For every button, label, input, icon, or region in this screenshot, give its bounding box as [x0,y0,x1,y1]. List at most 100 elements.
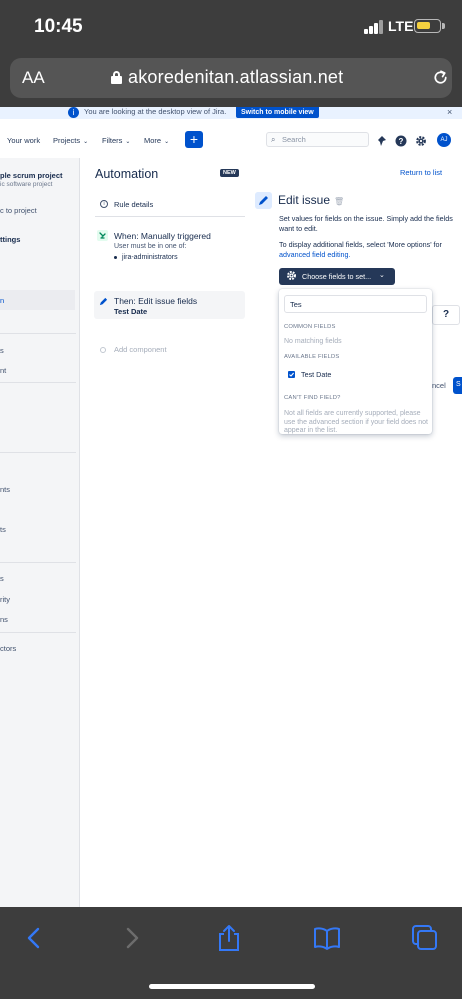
trigger-condition: User must be in one of: [114,243,187,250]
sidebar-item-label: n [0,296,5,305]
top-navigation: Your work Projects ⌄ Filters ⌄ More ⌄ + ⌕ S… [0,127,462,153]
nav-your-work[interactable]: Your work [7,136,40,145]
page-title: Automation [95,167,159,181]
nav-filters[interactable]: Filters ⌄ [102,136,130,145]
action-title: Then: Edit issue fields [114,296,198,306]
create-button[interactable]: + [185,131,203,148]
status-bar: 10:45 LTE [0,0,462,55]
chevron-down-icon: ⌄ [83,139,89,145]
sidebar-item-automation[interactable]: n [0,290,75,310]
project-name[interactable]: ple scrum project [0,171,63,180]
signal-icon [364,20,384,34]
settings-heading: ttings [0,235,21,244]
sidebar-item[interactable]: nt [0,366,6,375]
project-type: ic software project [0,181,53,188]
sidebar-item[interactable]: ts [0,525,6,534]
common-fields-header: COMMON FIELDS [284,324,336,330]
sidebar-item[interactable]: s [0,574,4,583]
tabs-icon[interactable] [409,923,439,953]
trigger-title[interactable]: When: Manually triggered [114,231,211,241]
sidebar-item[interactable]: nts [0,485,10,494]
bullet-icon [114,255,117,259]
battery-icon [414,19,445,33]
web-page: i You are looking at the desktop view of… [0,107,462,907]
new-badge: NEW [220,169,239,177]
info-icon: i [68,107,79,118]
help-button[interactable]: ? [432,305,460,325]
back-icon[interactable] [19,923,49,953]
rule-details-label: Rule details [114,200,154,209]
sidebar-item[interactable]: rity [0,595,10,604]
edit-description: Set values for fields on the issue. Simp… [279,214,453,233]
edit-issue-title: Edit issue [278,193,331,207]
action-card[interactable]: Then: Edit issue fields Test Date [94,291,245,319]
save-button[interactable]: S [453,377,462,394]
sidebar-divider [0,382,76,383]
return-to-list-link[interactable]: Return to list [400,168,442,177]
network-label: LTE [388,18,414,34]
sidebar-divider [0,333,76,334]
notifications-icon[interactable] [375,135,387,147]
cant-find-header: CAN'T FIND FIELD? [284,395,341,401]
advanced-field-editing-link[interactable]: advanced field editing. [279,250,351,259]
advanced-hint-text: To display additional fields, select 'Mo… [279,240,442,249]
banner-text: You are looking at the desktop view of J… [84,107,227,116]
back-to-project-link[interactable]: c to project [0,206,37,215]
search-icon: ⌕ [271,135,276,144]
dropdown-option-label: Test Date [301,370,332,379]
avatar[interactable]: AJ [437,133,451,147]
add-component-button[interactable]: Add component [100,345,167,354]
text-size-button[interactable]: AA [22,68,45,88]
dropdown-option-test-date[interactable]: Test Date [279,366,432,382]
search-input[interactable]: Search [282,135,306,144]
pencil-icon [99,297,108,306]
nav-filters-label: Filters [102,136,123,145]
share-icon[interactable] [214,923,244,953]
desktop-view-banner: i You are looking at the desktop view of… [0,107,462,119]
cant-find-text: Not all fields are currently supported, … [284,410,428,434]
trigger-group: jira-administrators [114,254,178,261]
edit-advanced-hint: To display additional fields, select 'Mo… [279,240,462,260]
help-icon[interactable]: ? [395,135,407,147]
gear-icon [287,271,296,280]
chevron-down-icon: ⌄ [164,139,170,145]
forward-icon[interactable] [117,923,147,953]
fields-dropdown: Tes COMMON FIELDS No matching fields AVA… [279,289,432,434]
no-matching-fields: No matching fields [284,338,342,345]
project-sidebar: ple scrum project ic software project c … [0,158,80,907]
sidebar-item[interactable]: s [0,346,4,355]
nav-projects[interactable]: Projects ⌄ [53,136,88,145]
pencil-icon [255,192,272,209]
chevron-down-icon: ⌄ [125,139,131,145]
settings-icon[interactable] [415,135,427,147]
cancel-button[interactable]: ncel [432,381,446,390]
search-field[interactable]: ⌕ Search [266,132,369,147]
url-domain[interactable]: akoredenitan.atlassian.net [128,67,343,88]
choose-fields-button[interactable]: Choose fields to set... ⌄ [279,268,395,285]
bookmarks-icon[interactable] [312,923,342,953]
divider [95,216,245,217]
trash-icon[interactable]: 🗑 [334,197,344,206]
home-indicator[interactable] [149,984,315,989]
switch-mobile-button[interactable]: Switch to mobile view [236,107,319,118]
sidebar-divider [0,562,76,563]
field-search-input[interactable]: Tes [284,295,427,313]
nav-more[interactable]: More ⌄ [144,136,169,145]
available-fields-header: AVAILABLE FIELDS [284,354,340,360]
nav-projects-label: Projects [53,136,81,145]
add-component-label: Add component [114,345,167,354]
checkbox-checked-icon[interactable] [288,371,295,378]
nav-more-label: More [144,136,162,145]
status-time: 10:45 [34,16,83,37]
close-icon[interactable]: × [447,107,452,117]
sidebar-item[interactable]: ns [0,615,8,624]
info-icon: i [100,200,108,208]
manual-trigger-icon [97,230,108,241]
sidebar-item[interactable]: ctors [0,644,16,653]
trigger-group-label: jira-administrators [122,254,178,261]
chevron-down-icon: ⌄ [379,272,385,279]
reload-icon[interactable] [431,68,450,87]
choose-fields-label: Choose fields to set... [302,272,372,281]
svg-text:?: ? [399,137,404,146]
address-bar[interactable]: AA akoredenitan.atlassian.net [10,58,452,98]
